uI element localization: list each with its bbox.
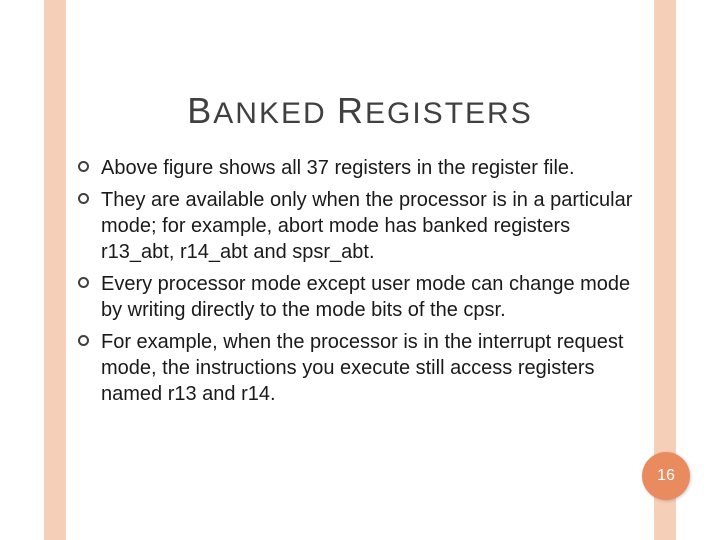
- title-rest-egisters: EGISTERS: [365, 97, 533, 130]
- bullet-text: Every processor mode except user mode ca…: [101, 271, 642, 323]
- slide-title: BANKED REGISTERS: [0, 90, 720, 132]
- title-cap-r: R: [337, 90, 365, 131]
- list-item: They are available only when the process…: [78, 187, 642, 265]
- list-item: Every processor mode except user mode ca…: [78, 271, 642, 323]
- list-item: For example, when the processor is in th…: [78, 329, 642, 407]
- bullet-icon: [78, 335, 89, 346]
- bullet-icon: [78, 193, 89, 204]
- bullet-icon: [78, 277, 89, 288]
- bullet-text: Above figure shows all 37 registers in t…: [101, 155, 642, 181]
- bullet-icon: [78, 161, 89, 172]
- bullet-list: Above figure shows all 37 registers in t…: [78, 155, 642, 413]
- page-number-badge: 16: [642, 452, 690, 500]
- title-rest-anked: ANKED: [213, 97, 337, 130]
- bullet-text: For example, when the processor is in th…: [101, 329, 642, 407]
- accent-bar-left: [44, 0, 66, 540]
- list-item: Above figure shows all 37 registers in t…: [78, 155, 642, 181]
- page-number: 16: [657, 467, 675, 485]
- bullet-text: They are available only when the process…: [101, 187, 642, 265]
- title-cap-b: B: [187, 90, 213, 131]
